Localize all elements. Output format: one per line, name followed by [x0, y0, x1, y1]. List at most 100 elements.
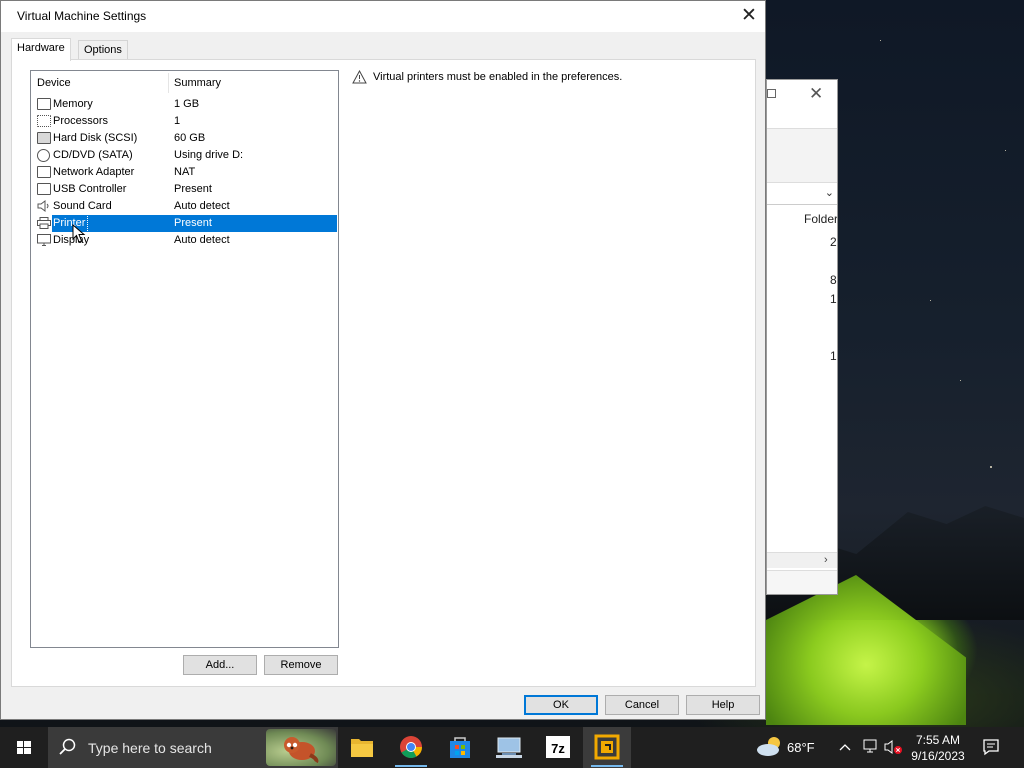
cancel-button[interactable]: Cancel — [605, 695, 679, 715]
windows-logo-icon — [17, 741, 31, 754]
weather-temperature[interactable]: 68°F — [787, 740, 815, 755]
monitor-icon — [37, 234, 51, 246]
star — [990, 466, 992, 468]
hardware-tab-panel: Device Summary Memory 1 GB Processors 1 … — [11, 59, 756, 687]
column-header-device[interactable]: Device — [37, 77, 71, 89]
warning-icon — [352, 69, 367, 87]
star — [1005, 150, 1006, 151]
tab-hardware[interactable]: Hardware — [11, 38, 71, 61]
device-summary: Using drive D: — [174, 149, 244, 161]
red-panda-icon — [284, 737, 319, 763]
help-button[interactable]: Help — [686, 695, 760, 715]
taskbar-chrome[interactable] — [387, 727, 435, 768]
network-status-icon[interactable] — [861, 739, 879, 755]
taskbar: Type here to search 7z 68°F 7:55 AM 9/16… — [0, 727, 1024, 768]
taskbar-network-app[interactable] — [485, 727, 533, 768]
clock-time[interactable]: 7:55 AM — [902, 733, 974, 747]
remove-device-button[interactable]: Remove — [264, 655, 338, 675]
background-window-titlebar[interactable]: ✕ — [767, 80, 837, 128]
chrome-icon — [400, 736, 422, 758]
tab-strip: Hardware Options — [11, 38, 756, 61]
network-adapter-icon — [37, 166, 51, 178]
device-name: Processors — [53, 115, 109, 127]
notifications-icon[interactable] — [982, 738, 1000, 756]
search-placeholder: Type here to search — [88, 740, 212, 756]
folder-cell: 1 — [830, 292, 837, 306]
device-list[interactable]: Device Summary Memory 1 GB Processors 1 … — [30, 70, 339, 648]
7zip-icon: 7z — [546, 736, 570, 758]
device-summary: Present — [174, 183, 212, 195]
chevron-down-icon[interactable]: ⌄ — [825, 186, 834, 199]
dialog-title: Virtual Machine Settings — [17, 9, 147, 23]
star — [960, 380, 961, 381]
device-row-cd-dvd[interactable]: CD/DVD (SATA) Using drive D: — [35, 147, 337, 164]
background-explorer-window[interactable]: ✕ ⌄ Folder 2 8 1 1 › — [766, 79, 838, 595]
svg-text:7z: 7z — [551, 741, 565, 756]
device-name: Hard Disk (SCSI) — [53, 132, 138, 144]
speaker-icon — [37, 200, 51, 212]
scroll-right-arrow-icon[interactable]: › — [824, 554, 828, 566]
device-name: Network Adapter — [53, 166, 135, 178]
dialog-titlebar[interactable]: Virtual Machine Settings ✕ — [1, 1, 765, 32]
clock-date[interactable]: 9/16/2023 — [902, 749, 974, 763]
printer-icon — [37, 217, 51, 229]
star — [880, 40, 881, 41]
device-list-header: Device Summary — [31, 71, 338, 95]
device-name: Memory — [53, 98, 93, 110]
search-icon — [59, 738, 76, 755]
hard-disk-icon — [37, 132, 51, 144]
device-name: CD/DVD (SATA) — [53, 149, 133, 161]
device-summary: 1 GB — [174, 98, 200, 110]
printer-info-area: Virtual printers must be enabled in the … — [352, 69, 752, 90]
folder-cell: 2 — [830, 235, 837, 249]
device-name: Sound Card — [53, 200, 112, 212]
printer-info-message: Virtual printers must be enabled in the … — [373, 71, 623, 83]
partly-cloudy-weather-icon[interactable] — [755, 735, 785, 759]
tab-options[interactable]: Options — [78, 40, 128, 60]
close-icon[interactable]: ✕ — [809, 84, 823, 104]
memory-icon — [37, 98, 51, 110]
folder-cell: 8 — [830, 273, 837, 287]
cd-dvd-icon — [37, 149, 50, 162]
device-row-usb-controller[interactable]: USB Controller Present — [35, 181, 337, 198]
chevron-up-icon[interactable] — [838, 741, 852, 753]
device-summary: 1 — [174, 115, 181, 127]
vmware-icon — [594, 734, 620, 760]
star — [930, 300, 931, 301]
maximize-icon[interactable] — [767, 89, 776, 98]
volume-muted-icon[interactable] — [883, 739, 903, 755]
processor-icon — [37, 115, 51, 127]
device-summary: Present — [170, 215, 337, 232]
background-window-ribbon — [767, 128, 837, 183]
device-row-sound-card[interactable]: Sound Card Auto detect — [35, 198, 337, 215]
store-icon — [450, 737, 470, 758]
column-divider[interactable] — [168, 73, 169, 93]
device-name: USB Controller — [53, 183, 127, 195]
close-button[interactable]: ✕ — [733, 3, 765, 29]
background-window-status-bar — [767, 570, 837, 594]
column-header-summary[interactable]: Summary — [174, 77, 221, 89]
taskbar-microsoft-store[interactable] — [436, 727, 484, 768]
usb-icon — [37, 183, 51, 195]
taskbar-search-box[interactable]: Type here to search — [48, 727, 338, 768]
taskbar-7zip[interactable]: 7z — [534, 727, 582, 768]
device-row-processors[interactable]: Processors 1 — [35, 113, 337, 130]
background-window-address-bar[interactable]: ⌄ — [767, 183, 837, 205]
taskbar-file-explorer[interactable] — [338, 727, 386, 768]
taskbar-vmware-workstation[interactable] — [583, 727, 631, 768]
mouse-cursor-icon — [72, 224, 86, 243]
network-computer-icon — [496, 737, 522, 758]
add-device-button[interactable]: Add... — [183, 655, 257, 675]
folder-cell: 1 — [830, 349, 837, 363]
folder-column-header[interactable]: Folder — [804, 212, 837, 226]
device-summary: Auto detect — [174, 234, 230, 246]
start-button[interactable] — [0, 727, 48, 768]
device-row-memory[interactable]: Memory 1 GB — [35, 96, 337, 113]
device-summary: NAT — [174, 166, 196, 178]
device-row-hard-disk[interactable]: Hard Disk (SCSI) 60 GB — [35, 130, 337, 147]
virtual-machine-settings-dialog: Virtual Machine Settings ✕ Hardware Opti… — [0, 0, 766, 720]
ok-button[interactable]: OK — [524, 695, 598, 715]
device-row-network-adapter[interactable]: Network Adapter NAT — [35, 164, 337, 181]
device-summary: Auto detect — [174, 200, 230, 212]
device-summary: 60 GB — [174, 132, 206, 144]
